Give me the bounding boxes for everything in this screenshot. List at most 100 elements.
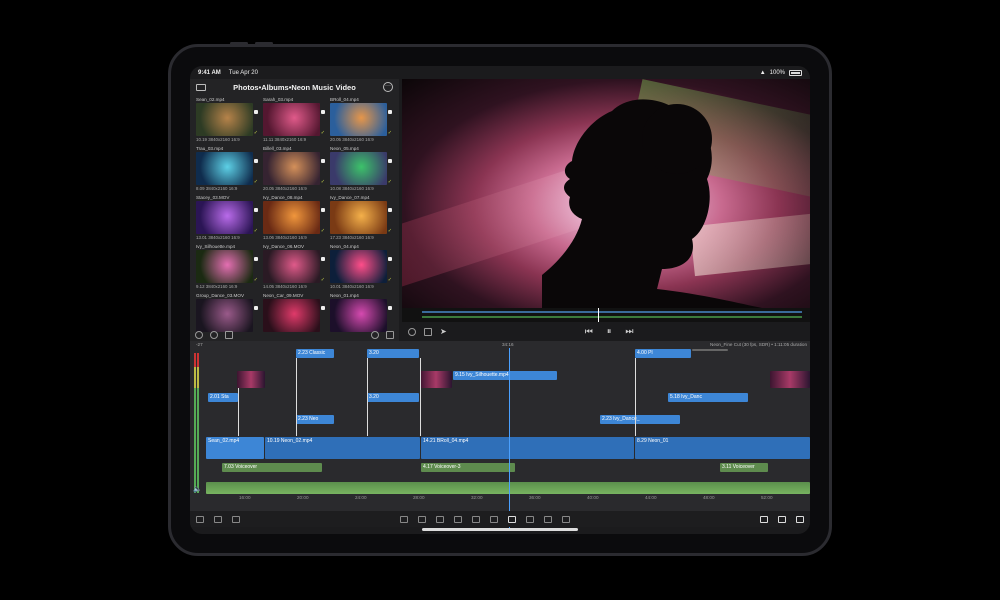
reject-icon[interactable] [225,331,233,339]
speaker-icon[interactable]: 🔈 [193,485,202,493]
used-checkmark-icon: ✓ [320,228,325,234]
clip-badge-icon [254,159,258,163]
more-options-icon[interactable]: ··· [383,82,393,92]
timeline-clip[interactable]: 3.20 [367,349,419,358]
playhead[interactable] [509,348,510,528]
clip-tile[interactable]: Ivy_Silhouette.mp4 9.12 3840x2160 16:9 ✓ [196,244,258,291]
tool-icon[interactable] [472,515,480,523]
tool-icon[interactable] [454,515,462,523]
share-icon[interactable] [778,515,786,523]
clip-meta: 13.01 3840x2160 16:9 [196,235,240,240]
list-icon[interactable] [214,515,222,523]
skip-forward-icon[interactable]: ⏭ [625,326,633,337]
transform-icon[interactable]: ➤ [440,327,447,336]
clip-meta: 8.09 3840x2160 16:9 [196,186,238,191]
clip-badge-icon [388,110,392,114]
clip-thumbnail [330,299,387,332]
waveform-scrubber[interactable] [402,308,810,322]
tool-icon[interactable] [436,515,444,523]
clip-meta: 10.08 3840x2160 16:9 [330,186,374,191]
clip-thumbnail [196,103,253,136]
timeline-clip[interactable]: 2.01 Sta [208,393,238,402]
tool-icon[interactable] [400,515,408,523]
clip-tile[interactable]: Ivy_Dance_07.mp4 17.23 3840x2160 16:9 ✓ [330,195,392,242]
shield-icon[interactable] [424,327,432,336]
tool-icon[interactable] [544,515,552,523]
audio-clip[interactable]: 7.03 Voiceover [222,463,322,472]
clip-thumbnail [330,250,387,283]
clip-thumbnail [196,250,253,283]
connection-line [296,358,297,436]
timeline-clip[interactable]: 5.18 Ivy_Danc [668,393,748,402]
empty-clip-placeholder[interactable] [692,349,728,351]
video-thumbnail-clip[interactable] [237,371,265,388]
clip-tile[interactable]: Ivy_Dance_08.mp4 13.06 3840x2160 16:9 ✓ [263,195,325,242]
clip-meta: 14.05 3840x2160 16:9 [263,284,307,289]
audio-clip[interactable]: 4.17 Voiceover-3 [421,463,515,472]
tool-icon[interactable] [418,515,426,523]
clip-thumbnail [330,152,387,185]
help-icon[interactable] [796,515,804,523]
tool-icon[interactable] [490,515,498,523]
timeline-clip[interactable]: 2.23 Neo [296,415,334,424]
select-icon[interactable] [195,331,203,339]
used-checkmark-icon: ✓ [253,277,258,283]
clip-tile[interactable]: Sarah_03.mp4 11.11 3840x2160 16:9 ✓ [263,97,325,144]
clip-thumbnail [263,103,320,136]
blade-icon[interactable] [526,515,534,523]
pause-icon[interactable]: ⏸ [607,326,612,337]
viewer[interactable] [402,79,810,308]
used-checkmark-icon: ✓ [387,179,392,185]
used-checkmark-icon: ✓ [387,228,392,234]
folder-icon[interactable] [196,83,206,91]
media-browser: Photos•Albums•Neon Music Video ··· Sean_… [190,79,399,341]
clip-tile[interactable]: Sean_02.mp4 10.19 3840x2160 16:9 ✓ [196,97,258,144]
clip-meta: 20.05 3840x2160 16:9 [263,186,307,191]
clip-badge-icon [321,208,325,212]
layout-icon[interactable] [760,515,768,523]
primary-clip[interactable]: 8.29 Neon_01 [635,437,810,459]
timeline-clip[interactable]: 9.15 Ivy_Silhouette.mp4 [453,371,557,380]
home-indicator [422,528,578,531]
index-icon[interactable] [232,515,240,523]
info-icon[interactable] [408,327,416,336]
primary-clip[interactable]: Sean_02.mp4 [206,437,264,459]
audio-clip[interactable]: 3.11 Voiceover [720,463,768,472]
select-tool-icon[interactable] [508,515,516,523]
video-thumbnail-clip[interactable] [770,371,810,388]
clip-tile[interactable]: Stacey_03.MOV 13.01 3840x2160 16:9 ✓ [196,195,258,242]
inspector-icon[interactable] [196,515,204,523]
trash-icon[interactable] [562,515,570,523]
skip-back-icon[interactable]: ⏮ [585,326,593,337]
favorite-icon[interactable] [210,331,218,339]
timeline-clip[interactable]: 3.20 [367,393,419,402]
music-track[interactable] [206,482,810,494]
breadcrumb[interactable]: Photos•Albums•Neon Music Video [206,83,383,92]
clip-tile[interactable]: Neon_05.mp4 10.08 3840x2160 16:9 ✓ [330,146,392,193]
connection-line [367,358,368,436]
search-icon[interactable] [371,331,379,339]
video-thumbnail-clip[interactable] [420,371,452,388]
clip-tile[interactable]: BRoll_04.mp4 20.05 3840x2160 16:9 ✓ [330,97,392,144]
timeline-clip[interactable]: 4.00 Pl [635,349,691,358]
timeline-clip[interactable]: 2.23 Ivy_Dance_ [600,415,680,424]
status-bar: 9:41 AM Tue Apr 20 ▲ 100% [190,66,810,79]
clip-badge-icon [254,306,258,310]
clip-thumbnail [330,201,387,234]
silhouette-image [542,99,762,308]
clip-tile[interactable]: Ivy_Dance_06.MOV 14.05 3840x2160 16:9 ✓ [263,244,325,291]
import-icon[interactable] [386,331,394,339]
browser-header: Photos•Albums•Neon Music Video ··· [190,79,399,95]
clip-tile[interactable]: Neon_04.mp4 10.01 3840x2160 16:9 ✓ [330,244,392,291]
clip-tile[interactable]: Trau_03.mp4 8.09 3840x2160 16:9 ✓ [196,146,258,193]
primary-clip[interactable]: 14.21 BRoll_04.mp4 [421,437,634,459]
timeline-clip[interactable]: 2.23 Classic [296,349,334,358]
wifi-icon: ▲ [759,69,766,76]
primary-clip[interactable]: 10.19 Neon_02.mp4 [265,437,420,459]
clip-meta: 11.11 3840x2160 16:9 [263,137,307,142]
clip-meta: 20.05 3840x2160 16:9 [330,137,374,142]
used-checkmark-icon: ✓ [253,179,258,185]
timeline[interactable]: -27 34:16 Neon_Fine Cut (30 fps, SDR) • … [190,341,810,511]
browser-footer [190,329,399,341]
clip-tile[interactable]: Billell_03.mp4 20.05 3840x2160 16:9 ✓ [263,146,325,193]
